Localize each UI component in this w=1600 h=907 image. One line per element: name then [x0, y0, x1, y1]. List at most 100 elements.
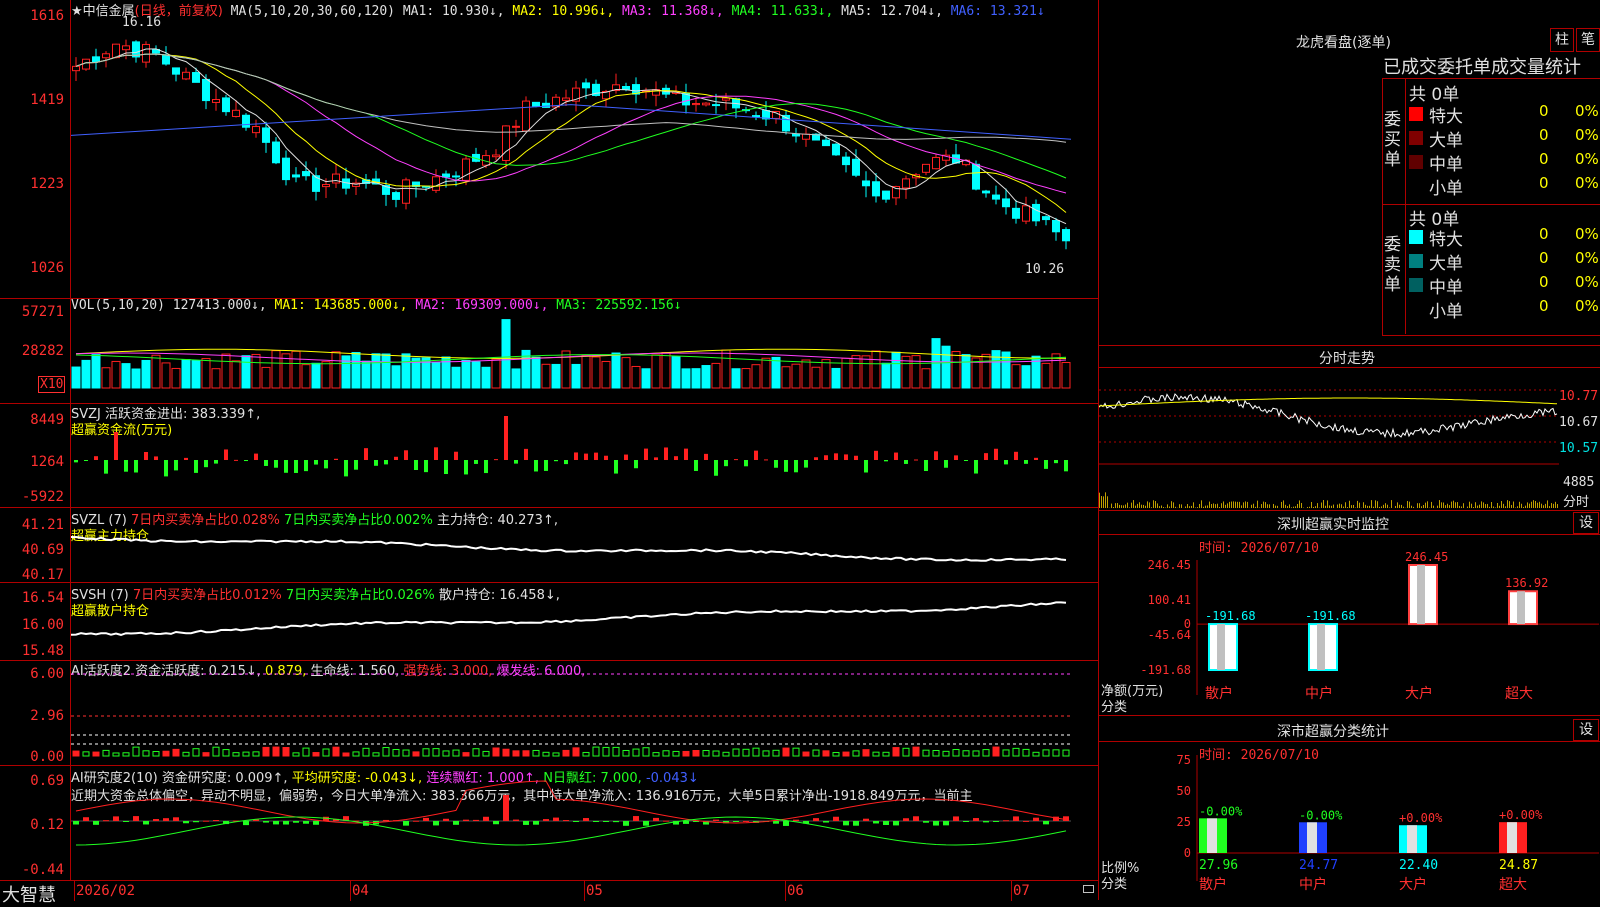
intraday-vol-bar [1321, 503, 1322, 508]
svsh-ytick-3: 15.48 [0, 643, 64, 659]
intraday-vol-bar [1199, 504, 1200, 508]
svzl-ytick-1: 41.21 [0, 517, 64, 533]
research-bar [153, 819, 159, 821]
ai-activity-pane[interactable]: AI活跃度2 资金活跃度: 0.215↓, 0.879, 生命线: 1.560,… [0, 660, 1098, 766]
fundflow-bar [824, 455, 828, 460]
fundflow-bar [324, 460, 328, 468]
intraday-vol-bar [1477, 506, 1478, 508]
sell-row-count: 0 [1539, 273, 1549, 291]
intraday-vol-bar [1449, 505, 1450, 508]
volume-bar [852, 356, 860, 388]
intraday-chart[interactable] [1099, 368, 1559, 510]
ai-research-pane[interactable]: AI研究度2(10) 资金研究度: 0.009↑, 平均研究度: -0.043↓… [0, 765, 1098, 880]
lock-icon[interactable] [1083, 885, 1094, 893]
fundflow-bar [214, 460, 218, 464]
volume-bar [332, 352, 340, 388]
vol-unit-badge: X10 [38, 376, 65, 393]
candle [713, 105, 720, 106]
fundflow-chart[interactable] [71, 403, 1098, 507]
intraday-vol-bar [1333, 505, 1334, 508]
research-bar [413, 821, 419, 822]
intraday-vol-bar [1397, 502, 1398, 508]
research-bar [933, 821, 939, 826]
fundflow-bar [654, 457, 658, 460]
sz-stats-settings-button[interactable]: 设 [1573, 719, 1599, 741]
intraday-vol-bar [1375, 500, 1376, 508]
intraday-vol-bar [1541, 504, 1542, 508]
intraday-vol-bar [1441, 502, 1442, 508]
research-bar [613, 821, 619, 822]
tick-view-button[interactable]: 笔 [1576, 28, 1600, 52]
intraday-vol-bar [1225, 505, 1226, 508]
candle [583, 83, 590, 88]
research-bar [503, 795, 509, 821]
sz-monitor-chart[interactable]: 246.45100.410-45.64-191.68-191.68散户-191.… [1099, 550, 1600, 715]
intraday-vol-bar [1277, 506, 1278, 508]
activity-bar [413, 752, 419, 756]
kline-pane[interactable]: ★中信金属(日线，前复权) MA(5,10,20,30,60,120) MA1:… [0, 0, 1098, 299]
intraday-vol-bar [1257, 501, 1258, 508]
candle [883, 191, 890, 199]
intraday-vol-bar [1399, 505, 1400, 508]
research-bar [713, 820, 719, 821]
intraday-vol-bar [1391, 500, 1392, 508]
intraday-vol-bar [1455, 502, 1456, 508]
bar-view-button[interactable]: 柱 [1550, 28, 1574, 52]
sz-stats-ytick: 50 [1177, 784, 1191, 798]
intraday-vol-bar [1439, 500, 1440, 508]
intraday-vol-bar [1507, 500, 1508, 508]
intraday-vol-bar [1159, 506, 1160, 508]
activity-bar [623, 750, 629, 756]
intraday-vol-bar [1341, 504, 1342, 508]
intraday-panel[interactable]: 分时走势 10.77 10.67 10.57 4885 分时 [1099, 345, 1600, 511]
volume-pane[interactable]: VOL(5,10,20) 127413.000↓, MA1: 143685.00… [0, 298, 1098, 404]
volume-bar [182, 360, 190, 388]
ai-research-chart[interactable] [71, 765, 1098, 880]
volume-bars-chart[interactable] [71, 312, 1098, 402]
buy-row-count: 0 [1539, 126, 1549, 144]
volume-bar [582, 355, 590, 388]
activity-bar [433, 749, 439, 756]
fundflow-bar [1014, 452, 1018, 460]
svsh-ytick-1: 16.54 [0, 590, 64, 606]
volume-bar [432, 362, 440, 388]
intraday-vol-bar [1143, 505, 1144, 508]
main-holding-line[interactable] [71, 507, 1098, 582]
sz-stats-chart[interactable]: 7550250-0.00%27.96散户-0.00%24.77中户+0.00%2… [1099, 745, 1600, 900]
activity-bar [663, 751, 669, 756]
research-bar [263, 821, 269, 823]
fundflow-bar [684, 449, 688, 460]
activity-bar [873, 752, 879, 756]
sz-monitor-settings-button[interactable]: 设 [1573, 512, 1599, 534]
intraday-vol-bar [1345, 502, 1346, 508]
intraday-vol-bar [1133, 500, 1134, 508]
activity-bar [83, 752, 89, 756]
sell-row-name: 大单 [1429, 249, 1463, 274]
volume-bar [262, 367, 270, 388]
intraday-vol-bar [1115, 503, 1116, 508]
volume-bar [762, 358, 770, 388]
fundflow-pane[interactable]: SVZJ 活跃资金进出: 383.339↑, 超赢资金流(万元) 8449 12… [0, 403, 1098, 508]
research-bar [603, 821, 609, 822]
candle [173, 68, 180, 74]
intraday-vol-bar [1141, 505, 1142, 508]
sz-stats-category-label: 散户 [1199, 876, 1227, 893]
volume-bar [452, 367, 460, 388]
activity-bar [823, 751, 829, 756]
research-bar [963, 821, 969, 822]
main-holding-pane[interactable]: SVZL (7) 7日内买卖净占比0.028% 7日内买卖净占比0.002% 主… [0, 507, 1098, 583]
vol-label: VOL(5,10,20) [71, 298, 165, 313]
intraday-vol-bar [1513, 502, 1514, 508]
candlestick-chart[interactable] [71, 20, 1098, 295]
research-bar [913, 816, 919, 821]
retail-holding-pane[interactable]: SVSH (7) 7日内买卖净占比0.012% 7日内买卖净占比0.026% 散… [0, 582, 1098, 661]
fundflow-bar [744, 460, 748, 466]
fundflow-bar [644, 449, 648, 460]
fundflow-bar [874, 451, 878, 460]
fundflow-bar [624, 455, 628, 460]
ai-activity-chart[interactable] [71, 660, 1098, 765]
longhu-header: 已成交委托单成交量统计 [1383, 53, 1581, 79]
activity-bar [163, 751, 169, 756]
intraday-vol-bar [1379, 507, 1380, 508]
retail-holding-line[interactable] [71, 582, 1098, 660]
